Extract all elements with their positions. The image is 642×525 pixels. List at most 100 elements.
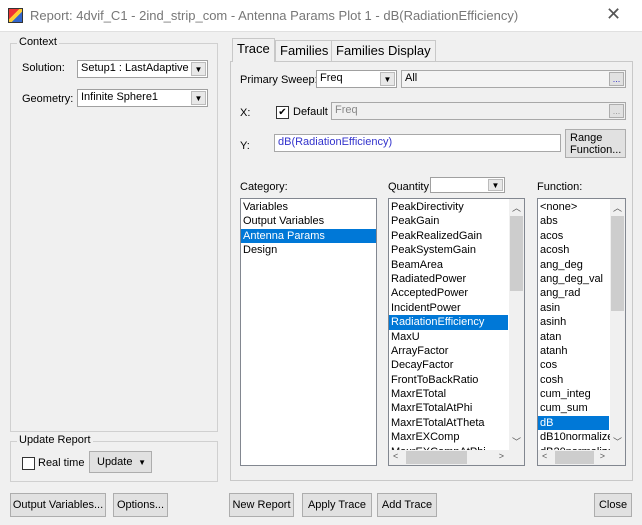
list-item[interactable]: cosh — [538, 373, 609, 387]
tab-trace[interactable]: Trace — [232, 38, 275, 62]
list-item[interactable]: dB — [538, 415, 609, 431]
close-window-icon[interactable]: ✕ — [606, 4, 621, 25]
list-item[interactable]: PeakSystemGain — [389, 243, 508, 257]
primary-sweep-label: Primary Sweep: — [240, 74, 318, 86]
list-item[interactable]: cum_integ — [538, 387, 609, 401]
function-label: Function: — [537, 181, 583, 193]
list-item[interactable]: ang_deg_val — [538, 272, 609, 286]
list-item[interactable]: ang_rad — [538, 286, 609, 300]
tab-families-display[interactable]: Families Display — [331, 40, 436, 61]
primary-sweep-dropdown[interactable]: Freq ▼ — [316, 70, 397, 88]
list-item[interactable]: <none> — [538, 200, 609, 214]
tab-families[interactable]: Families — [275, 40, 334, 61]
chevron-down-icon: ▼ — [191, 91, 206, 105]
sweep-range-value: All — [405, 72, 418, 84]
x-value: Freq — [335, 104, 358, 116]
x-field[interactable]: Freq — [331, 102, 626, 120]
range-function-button[interactable]: Range Function... — [565, 129, 626, 158]
list-item[interactable]: cum_sum — [538, 401, 609, 415]
quantity-label: Quantity: — [388, 181, 433, 193]
list-item[interactable]: atan — [538, 330, 609, 344]
list-item[interactable]: IncidentPower — [389, 301, 508, 315]
realtime-checkbox[interactable] — [22, 457, 35, 470]
geometry-dropdown[interactable]: Infinite Sphere1 ▼ — [77, 89, 208, 107]
horizontal-scrollbar[interactable]: < > — [389, 450, 524, 465]
solution-dropdown[interactable]: Setup1 : LastAdaptive ▼ — [77, 60, 208, 78]
chevron-left-icon[interactable]: < — [542, 451, 547, 461]
list-item[interactable]: ang_deg — [538, 258, 609, 272]
list-item[interactable]: PeakGain — [389, 214, 508, 228]
sweep-range-field[interactable]: All — [401, 70, 626, 88]
quantity-filter-dropdown[interactable]: ▼ — [430, 177, 505, 193]
close-button[interactable]: Close — [594, 493, 632, 517]
y-label: Y: — [240, 140, 250, 152]
options-button[interactable]: Options... — [113, 493, 168, 517]
vertical-scrollbar[interactable]: ︿ ﹀ — [610, 199, 625, 450]
list-item[interactable]: FrontToBackRatio — [389, 373, 508, 387]
list-item[interactable]: RadiationEfficiency — [389, 315, 508, 330]
list-item[interactable]: Output Variables — [241, 214, 376, 228]
list-item[interactable]: atanh — [538, 344, 609, 358]
y-expression-field[interactable]: dB(RadiationEfficiency) — [274, 134, 561, 152]
output-variables-button[interactable]: Output Variables... — [10, 493, 106, 517]
list-item[interactable]: DecayFactor — [389, 358, 508, 372]
list-item[interactable]: asin — [538, 301, 609, 315]
category-list[interactable]: Variables Output Variables Antenna Params D… — [240, 198, 377, 466]
x-ellipsis-button[interactable]: ... — [609, 104, 624, 118]
horizontal-scrollbar[interactable]: < > — [538, 450, 625, 465]
context-group-label: Context — [17, 36, 59, 48]
scrollbar-thumb[interactable] — [406, 451, 467, 464]
app-icon — [8, 8, 23, 23]
list-item[interactable]: MaxrETotalAtTheta — [389, 416, 508, 430]
geometry-label: Geometry: — [22, 93, 74, 105]
chevron-down-icon[interactable]: ﹀ — [512, 435, 521, 448]
geometry-value: Infinite Sphere1 — [81, 91, 159, 103]
list-item[interactable]: ArrayFactor — [389, 344, 508, 358]
realtime-label: Real time — [38, 457, 85, 469]
vertical-scrollbar[interactable]: ︿ ﹀ — [509, 199, 524, 450]
list-item[interactable]: acosh — [538, 243, 609, 257]
sweep-range-ellipsis-button[interactable]: ... — [609, 72, 624, 86]
list-item[interactable]: BeamArea — [389, 258, 508, 272]
list-item[interactable]: acos — [538, 229, 609, 243]
list-item[interactable]: AcceptedPower — [389, 286, 508, 300]
chevron-left-icon[interactable]: < — [393, 451, 398, 461]
update-button-label: Update — [97, 456, 133, 468]
primary-sweep-value: Freq — [320, 72, 343, 84]
chevron-right-icon[interactable]: > — [600, 451, 605, 461]
function-list[interactable]: <none> abs acos acosh ang_deg ang_deg_val ang_… — [537, 198, 626, 466]
default-label: Default — [293, 106, 328, 118]
list-item[interactable]: abs — [538, 214, 609, 228]
update-report-label: Update Report — [17, 434, 93, 446]
chevron-up-icon[interactable]: ︿ — [613, 201, 622, 214]
list-item[interactable]: asinh — [538, 315, 609, 329]
add-trace-button[interactable]: Add Trace — [377, 493, 437, 517]
list-item[interactable]: MaxU — [389, 330, 508, 344]
x-label: X: — [240, 107, 251, 119]
scrollbar-thumb[interactable] — [611, 216, 624, 311]
list-item[interactable]: MaxrETotalAtPhi — [389, 401, 508, 415]
quantity-list[interactable]: PeakDirectivity PeakGain PeakRealizedGain P… — [388, 198, 525, 466]
list-item[interactable]: Antenna Params — [241, 228, 376, 244]
list-item[interactable]: Design — [241, 243, 376, 257]
apply-trace-button[interactable]: Apply Trace — [302, 493, 372, 517]
chevron-down-icon[interactable]: ﹀ — [613, 435, 622, 448]
title-bar: Report: 4dvif_C1 - 2ind_strip_com - Ante… — [0, 0, 642, 32]
default-checkbox[interactable]: ✔ — [276, 106, 289, 119]
chevron-right-icon[interactable]: > — [499, 451, 504, 461]
scrollbar-thumb[interactable] — [510, 216, 523, 291]
list-item[interactable]: PeakDirectivity — [389, 200, 508, 214]
chevron-up-icon[interactable]: ︿ — [512, 201, 521, 214]
list-item[interactable]: dB10normalize — [538, 430, 613, 444]
list-item[interactable]: Variables — [241, 200, 376, 214]
update-button[interactable]: Update ▼ — [89, 451, 152, 473]
list-item[interactable]: MaxrETotal — [389, 387, 508, 401]
list-item[interactable]: cos — [538, 358, 609, 372]
new-report-button[interactable]: New Report — [229, 493, 294, 517]
list-item[interactable]: RadiatedPower — [389, 272, 508, 286]
chevron-down-icon: ▼ — [138, 457, 146, 467]
list-item[interactable]: MaxrEXComp — [389, 430, 508, 444]
chevron-down-icon: ▼ — [380, 72, 395, 86]
list-item[interactable]: PeakRealizedGain — [389, 229, 508, 243]
scrollbar-thumb[interactable] — [555, 451, 594, 464]
